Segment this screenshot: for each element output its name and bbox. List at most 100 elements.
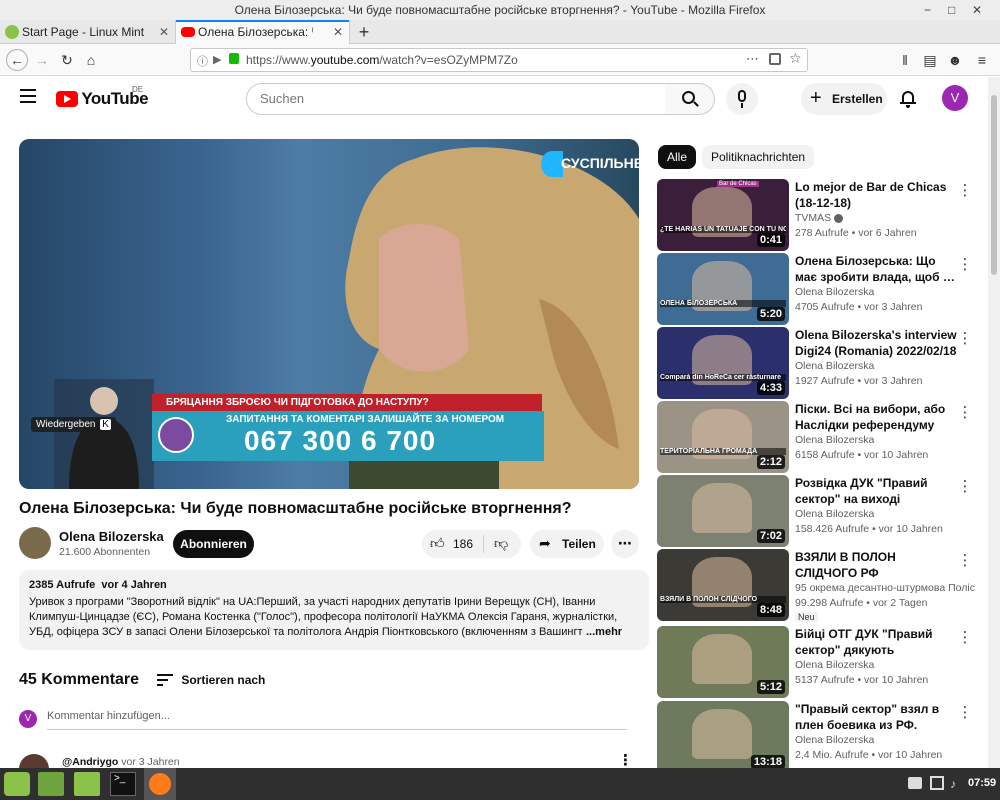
terminal-icon[interactable]: >_ [110,772,136,796]
recommendation-thumbnail[interactable]: Bar de Chicas ¿TE HARÍAS UN TATUAJE CON T… [657,179,789,251]
thumbs-up-icon[interactable]: 👍︎ [430,535,445,552]
recommendation-thumbnail[interactable]: ВЗЯЛИ В ПОЛОН СЛІДЧОГО 8:48 [657,549,789,621]
recommendation-channel[interactable]: Olena Bilozerska [795,734,975,746]
chip-political-news[interactable]: Politiknachrichten [702,145,815,169]
close-icon[interactable]: ✕ [972,2,982,18]
recommendation-item[interactable]: Compară din HoReCa cer răsturnare 4:33 Ole… [657,327,999,399]
minimize-icon[interactable]: − [924,2,931,18]
create-button[interactable]: + Erstellen [801,83,887,115]
info-icon[interactable]: ⓘ [197,53,208,69]
scrollbar-thumb[interactable] [991,95,997,275]
pocket-icon[interactable] [769,53,781,65]
tab-start-page[interactable]: Start Page - Linux Mint ✕ [0,20,175,44]
recommendation-channel[interactable]: TVMAS [795,212,975,224]
recommendation-title[interactable]: Розвідка ДУК "Правий сектор" на виході [795,475,957,507]
mint-menu-icon[interactable] [4,772,30,796]
recommendation-thumbnail[interactable]: 5:12 [657,626,789,698]
recommendation-title[interactable]: Бійці ОТГ ДУК "Правий сектор" дякують ук… [795,626,957,658]
recommendation-item[interactable]: 7:02 Розвідка ДУК "Правий сектор" на вихо… [657,475,999,547]
recommendation-channel[interactable]: Olena Bilozerska [795,508,975,520]
recommendation-channel[interactable]: Olena Bilozerska [795,434,975,446]
autoplay-blocked-icon[interactable]: ▶ [213,53,221,66]
recommendation-title[interactable]: "Правый сектор" взял в плен боевика из Р… [795,701,957,733]
notifications-bell-icon[interactable] [900,89,916,108]
comment-author[interactable]: @Andriygo [62,756,118,768]
back-icon[interactable]: ← [6,49,28,71]
page-actions-icon[interactable]: ⋯ [746,51,759,67]
subscribe-button[interactable]: Abonnieren [173,530,254,558]
network-icon[interactable] [930,776,944,790]
page-scrollbar[interactable] [988,77,1000,768]
video-player[interactable]: СУСПІЛЬНЕ БРЯЦАННЯ ЗБРОЄЮ ЧИ ПІДГОТОВКА … [19,139,639,489]
recommendation-channel[interactable]: Olena Bilozerska [795,659,975,671]
recommendation-item[interactable]: 5:12 Бійці ОТГ ДУК "Правий сектор" дякуют… [657,626,999,698]
volume-icon[interactable]: ♪ [950,777,956,791]
firefox-taskbar-button[interactable] [144,768,176,800]
voice-search-button[interactable] [726,83,758,115]
recommendation-thumbnail[interactable]: 7:02 [657,475,789,547]
recommendation-menu-icon[interactable]: ⋮ [957,477,973,495]
reload-icon[interactable]: ↻ [57,50,77,70]
recommendation-thumbnail[interactable]: ТЕРИТОРІАЛЬНА ГРОМАДА 2:12 [657,401,789,473]
like-count[interactable]: 186 [453,537,473,551]
youtube-logo[interactable]: YouTube DE [56,85,149,109]
maximize-icon[interactable]: □ [948,2,955,18]
recommendation-menu-icon[interactable]: ⋮ [957,255,973,273]
recommendation-menu-icon[interactable]: ⋮ [957,628,973,646]
comment-input[interactable]: Kommentar hinzufügen... [47,710,627,730]
recommendation-menu-icon[interactable]: ⋮ [957,551,973,569]
recommendation-channel[interactable]: Olena Bilozerska [795,360,975,372]
user-avatar[interactable]: V [942,85,968,111]
search-button[interactable] [665,83,715,115]
recommendation-channel[interactable]: Olena Bilozerska [795,286,975,298]
recommendation-menu-icon[interactable]: ⋮ [957,703,973,721]
recommendation-item[interactable]: ВЗЯЛИ В ПОЛОН СЛІДЧОГО 8:48 ВЗЯЛИ В ПОЛОН … [657,549,999,622]
url-bar[interactable]: ⓘ ▶ https://www.youtube.com/watch?v=esOZ… [190,48,808,72]
url-text[interactable]: https://www.youtube.com/watch?v=esOZyMPM… [246,49,518,71]
recommendation-item[interactable]: 13:18 "Правый сектор" взял в плен боевика… [657,701,999,768]
channel-name[interactable]: Olena Bilozerska [59,529,164,544]
recommendation-title[interactable]: Olena Bilozerska's interview Digi24 (Rom… [795,327,957,359]
forward-icon[interactable]: → [32,50,52,70]
sidebar-icon[interactable]: ▤ [920,50,940,70]
recommendation-thumbnail[interactable]: Compară din HoReCa cer răsturnare 4:33 [657,327,789,399]
guide-menu-icon[interactable] [20,89,36,103]
clock[interactable]: 07:59 [968,777,996,789]
description-box[interactable]: 2385 Aufrufe vor 4 Jahren Уривок з прогр… [19,570,649,650]
menu-icon[interactable]: ≡ [972,50,992,70]
recommendation-thumbnail[interactable]: 13:18 [657,701,789,768]
library-icon[interactable]: ‖ [895,50,915,70]
more-actions-icon[interactable]: ⋯ [611,530,639,558]
tab-close-icon[interactable]: ✕ [333,20,343,44]
new-tab-icon[interactable]: + [354,22,374,42]
recommendation-item[interactable]: Bar de Chicas ¿TE HARÍAS UN TATUAJE CON T… [657,179,999,251]
comment-menu-icon[interactable]: ⋮ [618,751,633,768]
comment-author-avatar[interactable] [19,754,49,768]
sort-comments-button[interactable]: Sortieren nach [157,672,265,687]
recommendation-channel[interactable]: 95 окрема десантно-штурмова Поліська бри… [795,582,975,594]
thumbs-down-icon[interactable]: 👎︎ [494,535,508,552]
recommendation-menu-icon[interactable]: ⋮ [957,403,973,421]
recommendation-item[interactable]: ОЛЕНА БІЛОЗЕРСЬКА 5:20 Олена Білозерська: … [657,253,999,325]
share-button[interactable]: ➦ Teilen [530,530,604,558]
channel-avatar[interactable] [19,527,51,559]
home-icon[interactable]: ⌂ [81,50,101,70]
tab-close-icon[interactable]: ✕ [159,20,169,44]
recommendation-title[interactable]: Lo mejor de Bar de Chicas (18-12-18) [795,179,957,211]
file-manager-icon[interactable] [74,772,100,796]
recommendation-title[interactable]: Піски. Всі на вибори, або Наслідки рефер… [795,401,957,433]
search-input[interactable]: Suchen [246,83,666,115]
bookmark-star-icon[interactable]: ☆ [789,50,802,67]
show-more-link[interactable]: ...mehr [583,625,633,640]
printer-icon[interactable] [908,777,922,789]
recommendation-thumbnail[interactable]: ОЛЕНА БІЛОЗЕРСЬКА 5:20 [657,253,789,325]
recommendation-menu-icon[interactable]: ⋮ [957,181,973,199]
recommendation-title[interactable]: Олена Білозерська: Що має зробити влада,… [795,253,957,285]
account-icon[interactable]: ☻ [945,50,965,70]
recommendation-menu-icon[interactable]: ⋮ [957,329,973,347]
recommendation-item[interactable]: ТЕРИТОРІАЛЬНА ГРОМАДА 2:12 Піски. Всі на в… [657,401,999,473]
chip-all[interactable]: Alle [658,145,697,169]
tab-youtube[interactable]: Олена Білозерська: Чи буде ✕ [175,20,350,44]
show-desktop-icon[interactable] [38,772,64,796]
recommendation-title[interactable]: ВЗЯЛИ В ПОЛОН СЛІДЧОГО РФ [795,549,957,581]
